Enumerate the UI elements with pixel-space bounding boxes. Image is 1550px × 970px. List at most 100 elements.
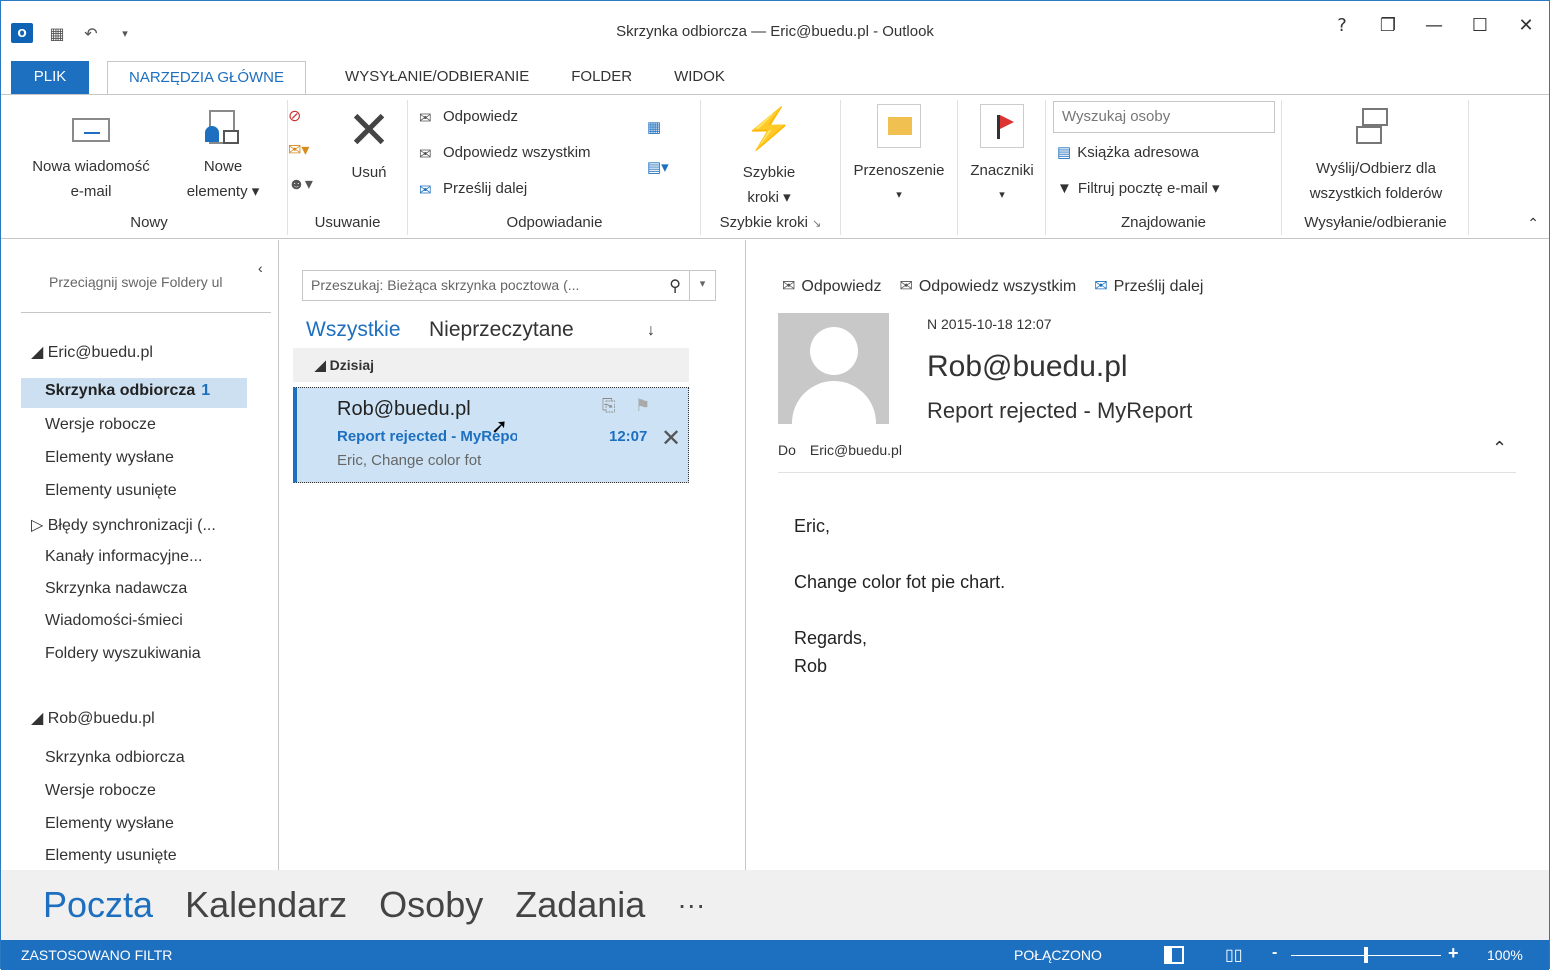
new-items-icon	[205, 110, 241, 148]
filter-unread[interactable]: Nieprzeczytane	[429, 318, 574, 342]
forward-icon: ✉	[419, 181, 432, 199]
help-button[interactable]: ?	[1319, 15, 1365, 36]
nav-tasks[interactable]: Zadania	[515, 884, 645, 926]
move-button[interactable]: Przenoszenie ▾	[841, 104, 957, 208]
meeting-button[interactable]: ▦	[647, 118, 661, 136]
nav-mail[interactable]: Poczta	[43, 884, 153, 926]
folder-drafts-eric[interactable]: Wersje robocze	[45, 416, 156, 434]
search-people-input[interactable]: Wyszukaj osoby	[1053, 101, 1275, 133]
folder-inbox-eric[interactable]: Skrzynka odbiorcza 1	[21, 378, 247, 408]
group-label-wysylanie: Wysyłanie/odbieranie	[1304, 214, 1447, 231]
filter-funnel-icon: ▼	[1057, 179, 1072, 197]
tab-narzedzia-glowne[interactable]: NARZĘDZIA GŁÓWNE	[107, 61, 307, 94]
folder-sync-errors-eric[interactable]: ▷ Błędy synchronizacji (...	[31, 515, 216, 535]
header-divider	[778, 472, 1516, 473]
new-items-label: Nowe	[203, 158, 243, 175]
new-items-button[interactable]: Nowe elementy ▾	[173, 110, 273, 204]
ribbon-tabs: PLIK NARZĘDZIA GŁÓWNE WYSYŁANIE/ODBIERAN…	[1, 61, 1549, 94]
tab-wysylanie-odbieranie[interactable]: WYSYŁANIE/ODBIERANIE	[324, 61, 550, 94]
folder-deleted-rob[interactable]: Elementy usunięte	[45, 847, 177, 865]
collapse-folder-pane-icon[interactable]: ‹	[258, 260, 263, 276]
body-line: Regards,	[794, 628, 868, 648]
search-scope-dropdown[interactable]: ▾	[689, 271, 715, 300]
group-header-today[interactable]: ◢ Dzisiaj	[293, 348, 689, 382]
maximize-button[interactable]: ☐	[1457, 15, 1503, 36]
nav-more[interactable]: ···	[677, 889, 705, 921]
folder-inbox-rob[interactable]: Skrzynka odbiorcza	[45, 749, 185, 767]
zoom-in-button[interactable]: +	[1448, 943, 1459, 964]
new-items-label-2: elementy ▾	[186, 183, 260, 200]
status-bar: ZASTOSOWANO FILTR POŁĄCZONO ▯▯ - + 100%	[1, 940, 1549, 970]
junk-button[interactable]: ☻▾	[288, 174, 313, 194]
quick-steps-button[interactable]: ⚡ Szybkie kroki ▾	[701, 104, 837, 210]
group-wysylanie-odbieranie: Wyślij/Odbierz dla wszystkich folderów W…	[1283, 100, 1469, 235]
delete-label: Usuń	[351, 164, 387, 181]
normal-view-icon[interactable]	[1164, 946, 1184, 964]
folder-pane: Przeciągnij swoje Foldery ul ‹ ◢ Eric@bu…	[1, 240, 279, 870]
body-line: Change color fot pie chart.	[794, 572, 1006, 592]
flag-icon[interactable]: ⚑	[635, 396, 650, 416]
tags-button[interactable]: Znaczniki ▾	[958, 104, 1046, 208]
message-body: Eric, Change color fot pie chart. Regard…	[794, 512, 1005, 680]
folder-drafts-rob[interactable]: Wersje robocze	[45, 782, 156, 800]
zoom-slider-handle[interactable]	[1364, 947, 1368, 963]
group-label-szybkie-kroki: Szybkie kroki ↘	[719, 214, 822, 231]
group-szybkie-kroki: ⚡ Szybkie kroki ▾ Szybkie kroki ↘	[701, 100, 841, 235]
delete-button[interactable]: ✕ Usuń	[334, 104, 404, 185]
reading-view-icon[interactable]: ▯▯	[1225, 945, 1243, 965]
message-preview: Eric, Change color fot	[337, 452, 482, 469]
send-receive-all-button[interactable]: Wyślij/Odbierz dla wszystkich folderów	[1283, 106, 1469, 206]
tab-folder[interactable]: FOLDER	[550, 61, 653, 94]
delete-message-icon[interactable]: ✕	[661, 424, 681, 453]
collapse-header-icon[interactable]: ⌃	[1492, 438, 1507, 459]
mailbox-search-input[interactable]: Przeszukaj: Bieżąca skrzynka pocztowa (.…	[302, 270, 716, 301]
reply-icon: ✉	[782, 278, 796, 295]
ribbon-display-options-button[interactable]: ❐	[1365, 15, 1411, 36]
folder-sent-eric[interactable]: Elementy wysłane	[45, 449, 174, 467]
folder-sent-rob[interactable]: Elementy wysłane	[45, 815, 174, 833]
reading-reply-all-button[interactable]: ✉ Odpowiedz wszystkim	[899, 276, 1076, 296]
sender-avatar[interactable]	[778, 313, 889, 424]
reading-forward-button[interactable]: ✉ Prześlij dalej	[1094, 276, 1203, 296]
forward-button[interactable]: ✉ Prześlij dalej	[419, 180, 527, 199]
folder-outbox-eric[interactable]: Skrzynka nadawcza	[45, 580, 187, 598]
folder-junk-eric[interactable]: Wiadomości-śmieci	[45, 612, 183, 630]
ignore-button[interactable]: ⊘	[288, 106, 301, 126]
folder-deleted-eric[interactable]: Elementy usunięte	[45, 482, 177, 500]
account-eric[interactable]: ◢ Eric@buedu.pl	[31, 342, 153, 362]
minimize-button[interactable]: —	[1411, 15, 1457, 36]
reply-all-icon: ✉	[899, 278, 913, 295]
folder-search-eric[interactable]: Foldery wyszukiwania	[45, 645, 201, 663]
reply-button[interactable]: ✉ Odpowiedz	[419, 108, 518, 127]
tab-widok[interactable]: WIDOK	[653, 61, 746, 94]
dialog-launcher-icon[interactable]: ↘	[812, 218, 821, 230]
message-from[interactable]: Rob@buedu.pl	[927, 350, 1128, 384]
mailbox-search-placeholder: Przeszukaj: Bieżąca skrzynka pocztowa (.…	[311, 277, 580, 293]
quick-steps-label: Szybkie	[742, 164, 796, 181]
folder-label: Skrzynka odbiorcza	[45, 382, 196, 399]
group-label-nowy: Nowy	[130, 214, 168, 231]
search-icon[interactable]: ⚲	[669, 276, 681, 296]
zoom-out-button[interactable]: -	[1272, 944, 1277, 962]
reply-all-label: Odpowiedz wszystkim	[443, 144, 591, 161]
more-reply-button[interactable]: ▤▾	[647, 158, 669, 176]
address-book-button[interactable]: ▤ Książka adresowa	[1057, 143, 1199, 162]
cleanup-button[interactable]: ✉▾	[288, 140, 309, 160]
filter-all[interactable]: Wszystkie	[306, 318, 401, 342]
reading-reply-button[interactable]: ✉ Odpowiedz	[782, 276, 881, 296]
sort-direction-icon[interactable]: ↓	[647, 322, 655, 340]
new-email-button[interactable]: Nowa wiadomość e-mail	[11, 110, 171, 204]
collapse-ribbon-icon[interactable]: ⌃	[1527, 215, 1539, 232]
nav-calendar[interactable]: Kalendarz	[185, 884, 347, 926]
close-button[interactable]: ✕	[1503, 15, 1549, 36]
to-address[interactable]: Eric@buedu.pl	[810, 442, 902, 458]
tab-plik[interactable]: PLIK	[11, 61, 89, 94]
flag-icon	[980, 104, 1024, 148]
nav-people[interactable]: Osoby	[379, 884, 483, 926]
message-to: Do Eric@buedu.pl	[778, 442, 902, 458]
filter-email-button[interactable]: ▼ Filtruj pocztę e-mail ▾	[1057, 179, 1220, 198]
reply-all-button[interactable]: ✉ Odpowiedz wszystkim	[419, 144, 591, 163]
zoom-percent[interactable]: 100%	[1487, 947, 1523, 963]
folder-rss-eric[interactable]: Kanały informacyjne...	[45, 548, 202, 566]
account-rob[interactable]: ◢ Rob@buedu.pl	[31, 708, 155, 728]
